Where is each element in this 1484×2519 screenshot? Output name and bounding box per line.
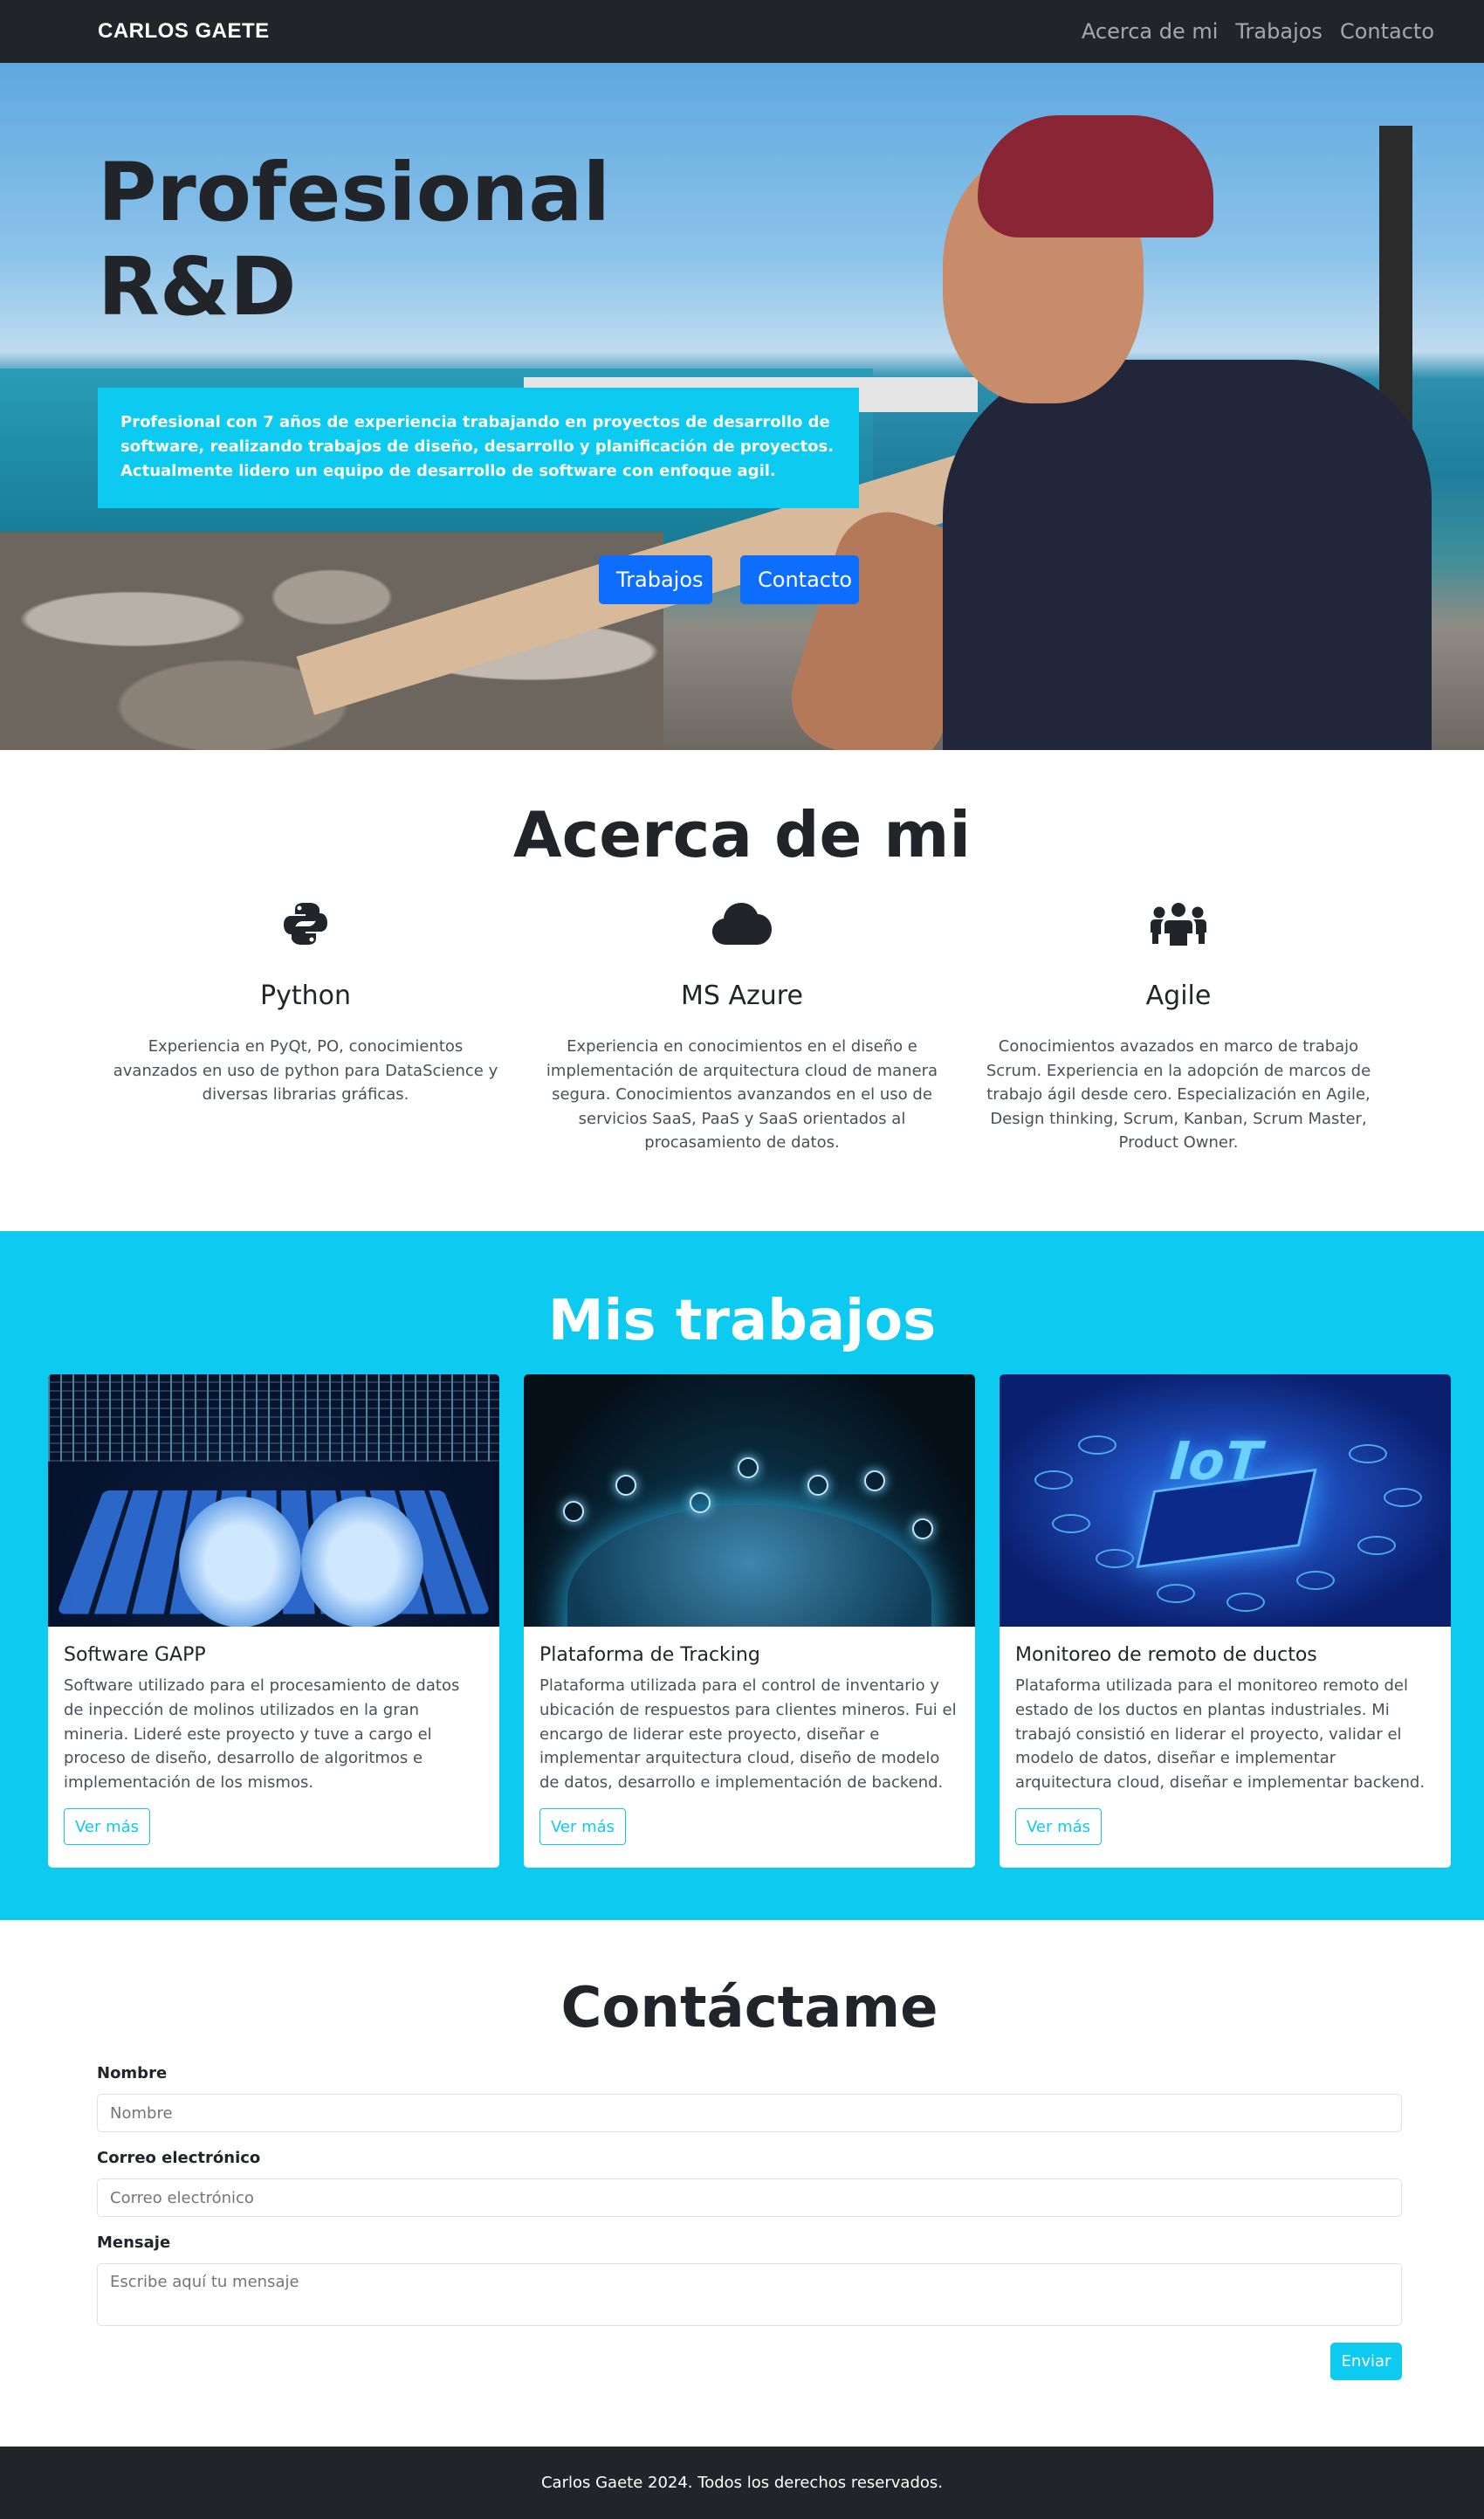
hero-portrait (778, 115, 1432, 750)
form-group-name: Nombre (97, 2063, 1402, 2132)
hero-title-line1: Profesional (98, 146, 611, 239)
hero-background-rocks (0, 532, 663, 750)
skill-title: MS Azure (681, 981, 803, 1011)
work-card-text: Software utilizado para el procesamiento… (64, 1676, 460, 1793)
footer-text: Carlos Gaete 2024. Todos los derechos re… (540, 2474, 944, 2492)
trabajos-button[interactable]: Trabajos (599, 555, 712, 604)
hero-title-line2: R&D (98, 240, 297, 334)
form-group-email: Correo electrónico (97, 2148, 1402, 2217)
skill-title: Python (260, 981, 351, 1011)
nav-links: Acerca de mi Trabajos Contacto (1082, 19, 1434, 44)
nav-link-acerca[interactable]: Acerca de mi (1082, 19, 1219, 44)
nav-link-trabajos[interactable]: Trabajos (1235, 19, 1323, 44)
skill-azure: MS Azure Experiencia en conocimientos en… (534, 893, 950, 1155)
work-card-text: Plataforma utilizada para el control de … (539, 1676, 957, 1793)
contact-form: Nombre Correo electrónico Mensaje Enviar (97, 2063, 1402, 2380)
ver-mas-button[interactable]: Ver más (539, 1808, 626, 1845)
contact-section: Contáctame Nombre Correo electrónico Men… (0, 1920, 1484, 2447)
nav-link-contacto[interactable]: Contacto (1340, 19, 1434, 44)
contacto-button[interactable]: Contacto (740, 555, 859, 604)
hero-title: Profesional R&D (98, 146, 610, 334)
cloud-icon (534, 893, 950, 954)
message-textarea[interactable] (97, 2263, 1402, 2326)
work-card: IoT Monitoreo de remoto de ductos Plataf… (1000, 1374, 1451, 1868)
hero-heading: Profesional R&D (98, 146, 610, 334)
email-label: Correo electrónico (97, 2149, 261, 2167)
work-card-title: Software GAPP (64, 1644, 206, 1666)
work-image-keyboard (48, 1374, 499, 1627)
works-cards: Software GAPP Software utilizado para el… (0, 1374, 1484, 1868)
python-icon (98, 893, 513, 954)
ver-mas-button[interactable]: Ver más (1015, 1808, 1102, 1845)
work-card-title: Plataforma de Tracking (539, 1644, 760, 1666)
name-label: Nombre (97, 2064, 168, 2082)
work-card: Software GAPP Software utilizado para el… (48, 1374, 499, 1868)
enviar-button[interactable]: Enviar (1330, 2343, 1402, 2380)
skill-description: Conocimientos avazados en marco de traba… (986, 1037, 1371, 1152)
hero-description: Profesional con 7 años de experiencia tr… (98, 388, 859, 508)
works-title: Mis trabajos (547, 1289, 937, 1353)
skill-agile: Agile Conocimientos avazados en marco de… (971, 893, 1386, 1155)
work-card: Plataforma de Tracking Plataforma utiliz… (524, 1374, 975, 1868)
contact-title: Contáctame (560, 1976, 938, 2041)
footer: Carlos Gaete 2024. Todos los derechos re… (0, 2447, 1484, 2519)
skills-row: Python Experiencia en PyQt, PO, conocimi… (0, 893, 1484, 1155)
message-label: Mensaje (97, 2233, 171, 2252)
skill-title: Agile (1145, 981, 1212, 1011)
name-input[interactable] (97, 2094, 1402, 2132)
work-image-globe (524, 1374, 975, 1627)
hero-section: Profesional R&D Profesional con 7 años d… (0, 63, 1484, 750)
works-section: Mis trabajos Software GAPP Software util… (0, 1231, 1484, 1920)
work-image-iot: IoT (1000, 1374, 1451, 1627)
brand-logo[interactable]: CARLOS GAETE (98, 19, 270, 44)
work-card-title: Monitoreo de remoto de ductos (1015, 1644, 1317, 1666)
submit-row: Enviar (97, 2343, 1402, 2380)
skill-python: Python Experiencia en PyQt, PO, conocimi… (98, 893, 513, 1155)
skill-description: Experiencia en PyQt, PO, conocimientos a… (113, 1037, 498, 1104)
skill-description: Experiencia en conocimientos en el diseñ… (546, 1037, 938, 1152)
work-card-text: Plataforma utilizada para el monitoreo r… (1015, 1676, 1426, 1793)
about-section: Acerca de mi Python Experiencia en PyQt,… (0, 750, 1484, 1231)
about-title: Acerca de mi (512, 798, 972, 871)
form-group-message: Mensaje (97, 2233, 1402, 2326)
ver-mas-button[interactable]: Ver más (64, 1808, 150, 1845)
team-icon (971, 893, 1386, 954)
email-input[interactable] (97, 2178, 1402, 2217)
navbar: CARLOS GAETE Acerca de mi Trabajos Conta… (0, 0, 1484, 63)
